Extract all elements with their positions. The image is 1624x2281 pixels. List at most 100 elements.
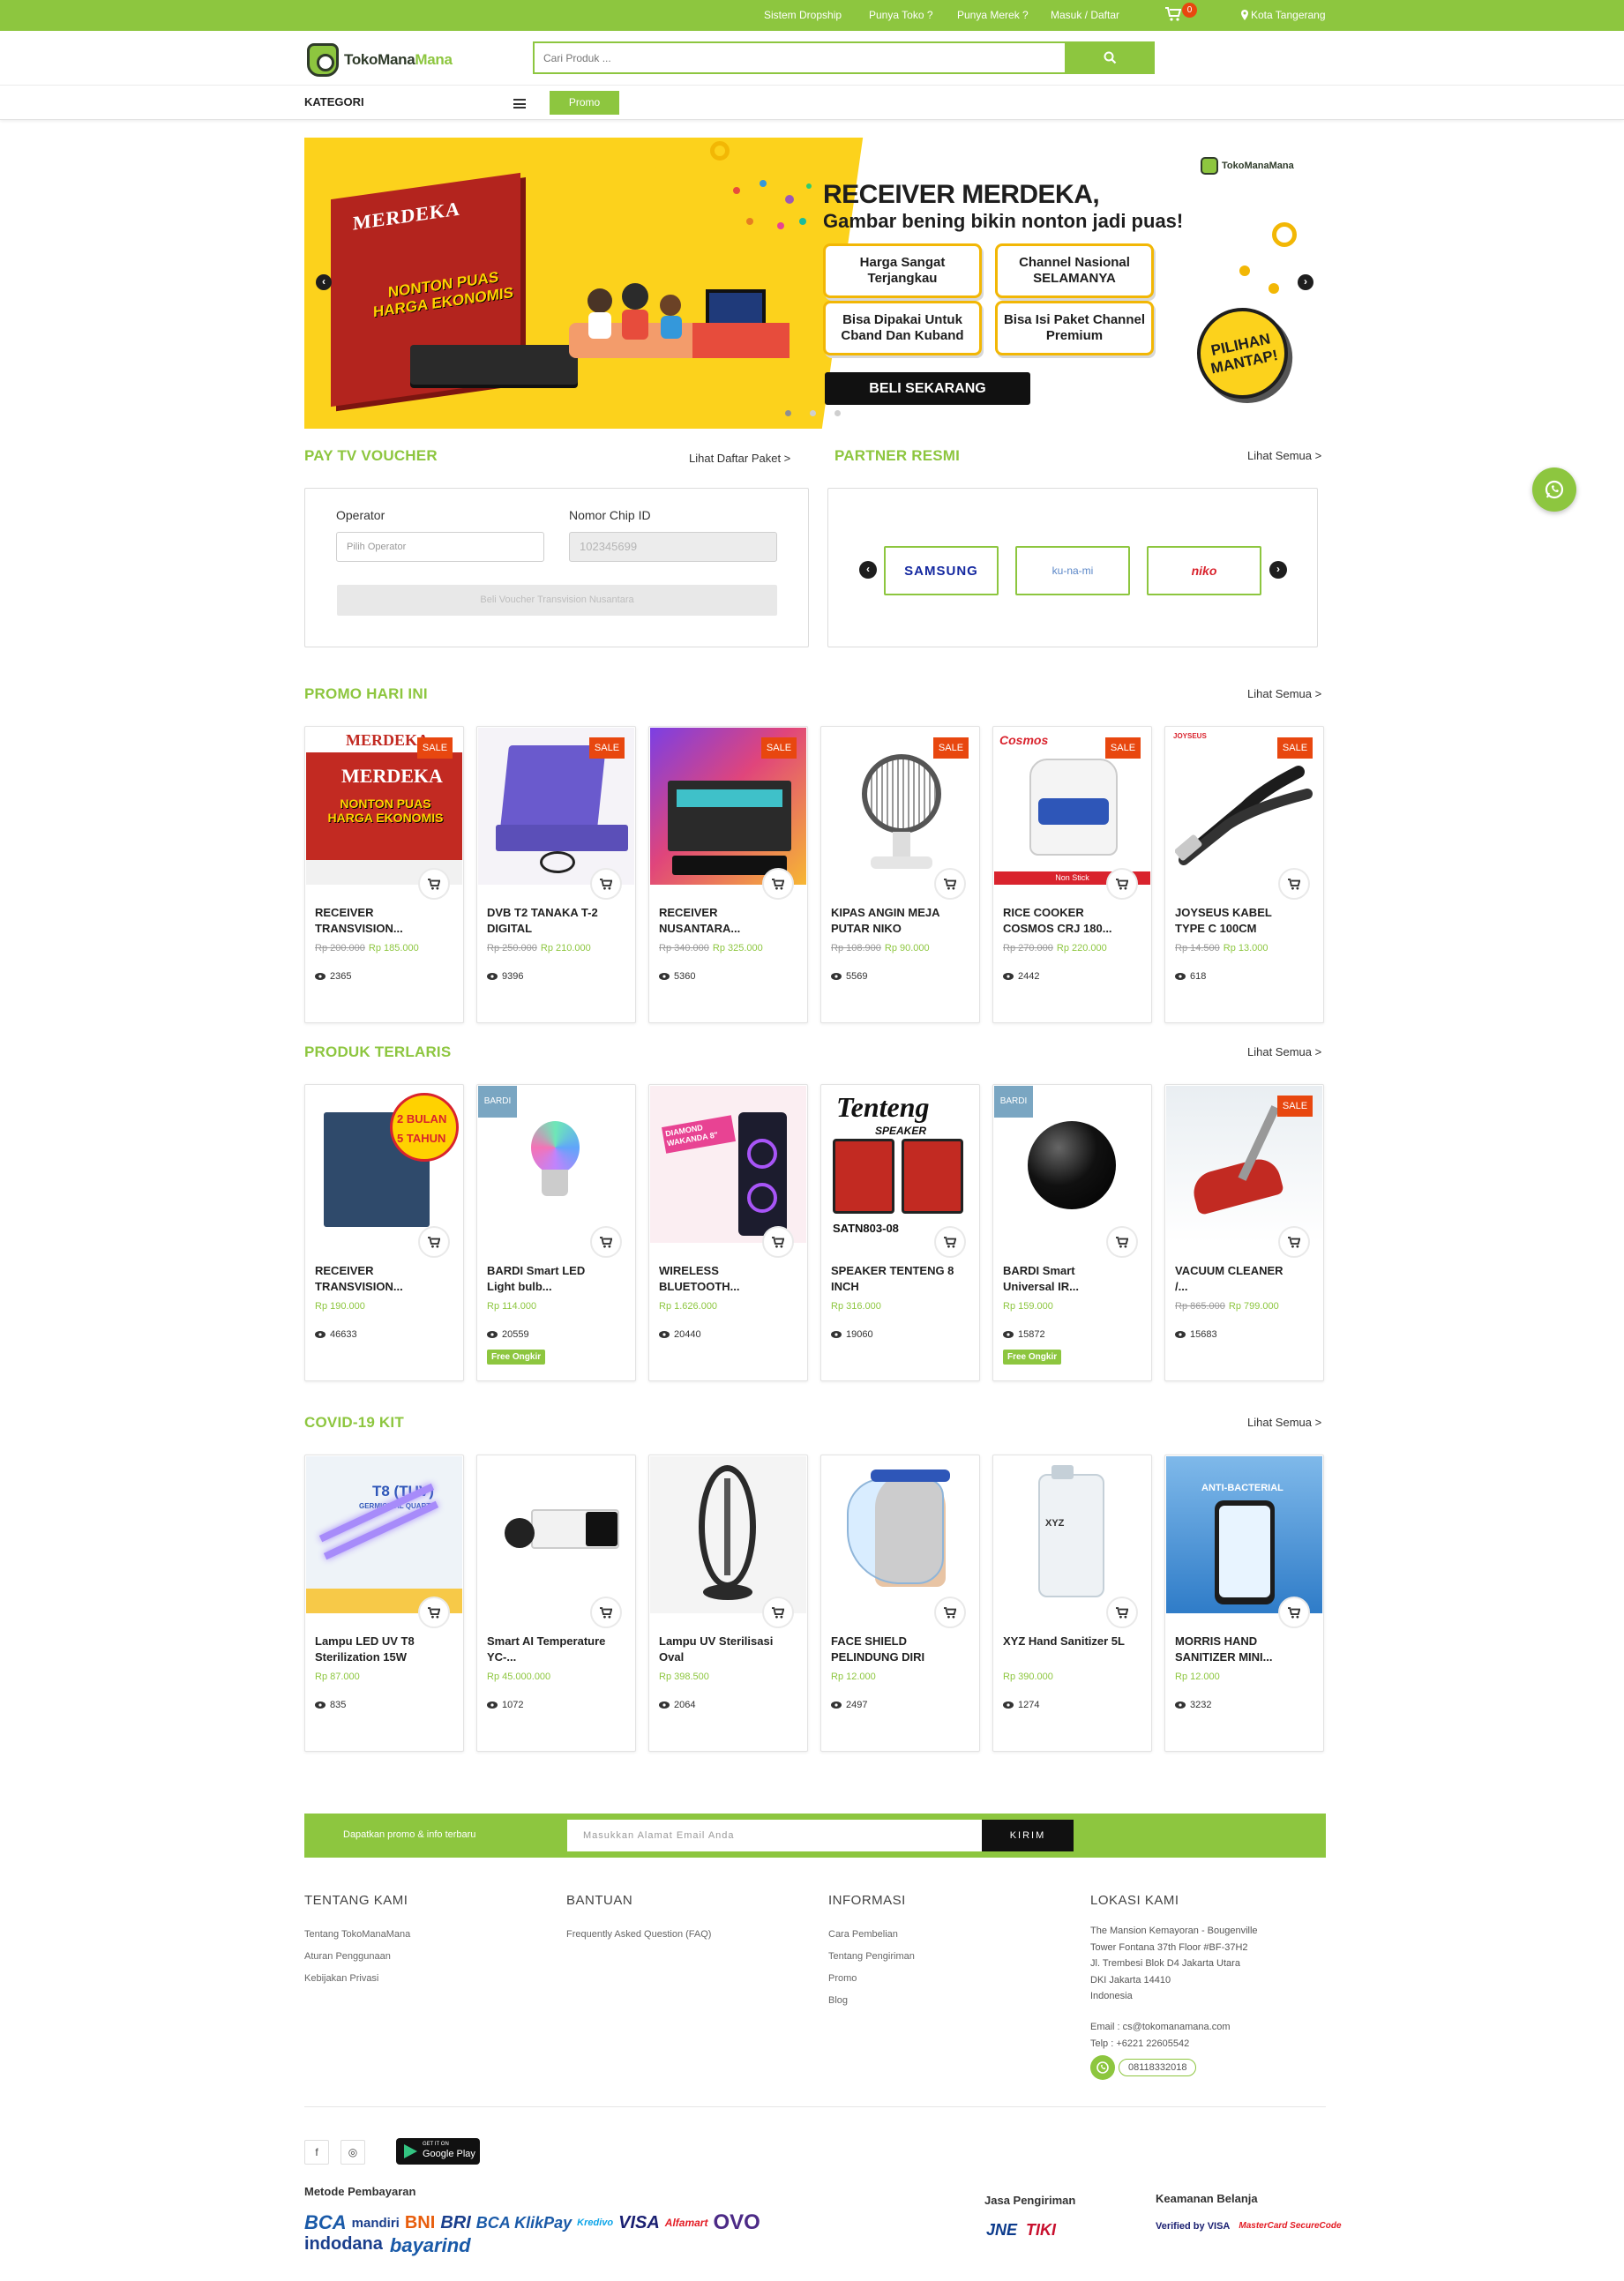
footer-link[interactable]: Aturan Penggunaan xyxy=(304,1951,391,1962)
product-name[interactable]: BARDI Smart LED Light bulb... xyxy=(487,1263,610,1295)
cart-icon[interactable] xyxy=(1165,7,1182,26)
add-to-cart-button[interactable] xyxy=(1278,1597,1310,1628)
add-to-cart-button[interactable] xyxy=(1106,1597,1138,1628)
add-to-cart-button[interactable] xyxy=(590,1226,622,1258)
footer-link[interactable]: Frequently Asked Question (FAQ) xyxy=(566,1929,711,1940)
add-to-cart-button[interactable] xyxy=(1278,1226,1310,1258)
add-to-cart-button[interactable] xyxy=(418,1597,450,1628)
product-card[interactable]: ANTI-BACTERIAL MORRIS HAND SANITIZER MIN… xyxy=(1164,1455,1324,1752)
footer-link[interactable]: Promo xyxy=(828,1973,857,1984)
product-card[interactable]: FACE SHIELD PELINDUNG DIRI Rp 12.000 249… xyxy=(820,1455,980,1752)
product-card[interactable]: T8 (TUV) GERMICIDAL QUARTZ Lampu LED UV … xyxy=(304,1455,464,1752)
footer-link[interactable]: Cara Pembelian xyxy=(828,1929,898,1940)
partner-logo-samsung[interactable]: SAMSUNG xyxy=(884,546,999,595)
add-to-cart-button[interactable] xyxy=(1106,868,1138,900)
instagram-icon[interactable]: ◎ xyxy=(341,2140,365,2165)
product-card[interactable]: SALE KIPAS ANGIN MEJA PUTAR NIKO Rp 108.… xyxy=(820,726,980,1023)
add-to-cart-button[interactable] xyxy=(762,1597,794,1628)
newsletter-email-input[interactable]: Masukkan Alamat Email Anda xyxy=(567,1820,985,1851)
carousel-prev-icon[interactable]: ‹ xyxy=(316,274,332,290)
partner-prev-icon[interactable]: ‹ xyxy=(859,561,877,579)
footer-link[interactable]: Tentang Pengiriman xyxy=(828,1951,915,1962)
product-card[interactable]: BARDI BARDI Smart Universal IR... Rp 159… xyxy=(992,1084,1152,1381)
footer-link[interactable]: Tentang TokoManaMana xyxy=(304,1929,410,1940)
google-play-button[interactable]: GET IT ON Google Play xyxy=(396,2138,480,2165)
site-logo[interactable]: TokoManaMana xyxy=(307,41,453,79)
promo-button[interactable]: Promo xyxy=(550,91,619,115)
punya-toko-link[interactable]: Punya Toko ? xyxy=(869,9,933,21)
add-to-cart-button[interactable] xyxy=(590,868,622,900)
punya-merek-link[interactable]: Punya Merek ? xyxy=(957,9,1029,21)
chip-id-input[interactable]: 102345699 xyxy=(569,532,777,562)
add-to-cart-button[interactable] xyxy=(762,868,794,900)
paytv-link[interactable]: Lihat Daftar Paket > xyxy=(689,452,790,465)
add-to-cart-button[interactable] xyxy=(1278,868,1310,900)
promo-see-all-link[interactable]: Lihat Semua > xyxy=(1247,687,1321,700)
add-to-cart-button[interactable] xyxy=(934,868,966,900)
login-register-link[interactable]: Masuk / Daftar xyxy=(1051,9,1119,21)
product-card[interactable]: DIAMOND WAKANDA 8" WIRELESS BLUETOOTH...… xyxy=(648,1084,808,1381)
carousel-dot[interactable] xyxy=(810,410,816,416)
add-to-cart-button[interactable] xyxy=(590,1597,622,1628)
add-to-cart-button[interactable] xyxy=(934,1597,966,1628)
product-card[interactable]: Lampu UV Sterilisasi Oval Rp 398.500 206… xyxy=(648,1455,808,1752)
product-name[interactable]: MORRIS HAND SANITIZER MINI... xyxy=(1175,1634,1298,1665)
carousel-dot[interactable] xyxy=(834,410,841,416)
dropship-link[interactable]: Sistem Dropship xyxy=(764,9,842,21)
product-name[interactable]: XYZ Hand Sanitizer 5L xyxy=(1003,1634,1126,1649)
footer-phone[interactable]: Telp : +6221 22605542 xyxy=(1090,2036,1231,2053)
footer-email[interactable]: Email : cs@tokomanamana.com xyxy=(1090,2019,1231,2036)
search-button[interactable] xyxy=(1066,41,1155,74)
bestseller-see-all-link[interactable]: Lihat Semua > xyxy=(1247,1045,1321,1058)
footer-link[interactable]: Kebijakan Privasi xyxy=(304,1973,378,1984)
partner-link[interactable]: Lihat Semua > xyxy=(1247,449,1321,462)
covid-see-all-link[interactable]: Lihat Semua > xyxy=(1247,1416,1321,1429)
product-name[interactable]: FACE SHIELD PELINDUNG DIRI xyxy=(831,1634,954,1665)
product-name[interactable]: Lampu UV Sterilisasi Oval xyxy=(659,1634,782,1665)
facebook-icon[interactable]: f xyxy=(304,2140,329,2165)
add-to-cart-button[interactable] xyxy=(418,1226,450,1258)
menu-icon[interactable] xyxy=(513,99,526,108)
add-to-cart-button[interactable] xyxy=(418,868,450,900)
newsletter-submit-button[interactable]: KIRIM xyxy=(982,1820,1074,1851)
footer-link[interactable]: Blog xyxy=(828,1995,848,2006)
kategori-label[interactable]: KATEGORI xyxy=(304,95,364,108)
product-card[interactable]: SALE DVB T2 TANAKA T-2 DIGITAL Rp 250.00… xyxy=(476,726,636,1023)
product-name[interactable]: VACUUM CLEANER /... xyxy=(1175,1263,1298,1295)
product-name[interactable]: Lampu LED UV T8 Sterilization 15W xyxy=(315,1634,438,1665)
product-card[interactable]: BARDI BARDI Smart LED Light bulb... Rp 1… xyxy=(476,1084,636,1381)
location-text[interactable]: Kota Tangerang xyxy=(1251,9,1326,21)
search-input[interactable] xyxy=(543,50,1055,66)
product-card[interactable]: JOYSEUS SALE JOYSEUS KABEL TYPE C 100CM … xyxy=(1164,726,1324,1023)
product-name[interactable]: RECEIVER NUSANTARA... xyxy=(659,905,782,937)
footer-whatsapp[interactable]: 08118332018 xyxy=(1090,2055,1197,2080)
product-card[interactable]: Cosmos Non Stick SALE RICE COOKER COSMOS… xyxy=(992,726,1152,1023)
product-card[interactable]: Smart AI Temperature YC-... Rp 45.000.00… xyxy=(476,1455,636,1752)
partner-next-icon[interactable]: › xyxy=(1269,561,1287,579)
add-to-cart-button[interactable] xyxy=(934,1226,966,1258)
product-name[interactable]: SPEAKER TENTENG 8 INCH xyxy=(831,1263,954,1295)
add-to-cart-button[interactable] xyxy=(762,1226,794,1258)
product-card[interactable]: SALE VACUUM CLEANER /... Rp 865.000 Rp 79… xyxy=(1164,1084,1324,1381)
product-name[interactable]: Smart AI Temperature YC-... xyxy=(487,1634,610,1665)
product-name[interactable]: DVB T2 TANAKA T-2 DIGITAL xyxy=(487,905,610,937)
product-name[interactable]: JOYSEUS KABEL TYPE C 100CM xyxy=(1175,905,1298,937)
carousel-next-icon[interactable]: › xyxy=(1298,274,1313,290)
product-card[interactable]: MERDEKA MERDEKA NONTON PUAS HARGA EKONOM… xyxy=(304,726,464,1023)
banner-cta-button[interactable]: BELI SEKARANG xyxy=(825,372,1030,405)
product-name[interactable]: RICE COOKER COSMOS CRJ 180... xyxy=(1003,905,1126,937)
add-to-cart-button[interactable] xyxy=(1106,1226,1138,1258)
partner-logo-niko[interactable]: niko xyxy=(1147,546,1261,595)
hero-banner[interactable]: MERDEKA NONTON PUAS HARGA EKONOMIS TokoM… xyxy=(304,138,1325,429)
operator-select[interactable]: Pilih Operator xyxy=(336,532,544,562)
partner-logo-kunami[interactable]: ku-na-mi xyxy=(1015,546,1130,595)
product-card[interactable]: SALE RECEIVER NUSANTARA... Rp 340.000 Rp … xyxy=(648,726,808,1023)
carousel-dot[interactable] xyxy=(785,410,791,416)
product-name[interactable]: BARDI Smart Universal IR... xyxy=(1003,1263,1126,1295)
product-card[interactable]: Tenteng SPEAKER SATN803-08 SPEAKER TENTE… xyxy=(820,1084,980,1381)
product-card[interactable]: XYZ XYZ Hand Sanitizer 5L Rp 390.000 127… xyxy=(992,1455,1152,1752)
product-name[interactable]: KIPAS ANGIN MEJA PUTAR NIKO xyxy=(831,905,954,937)
whatsapp-float-button[interactable] xyxy=(1532,467,1576,512)
product-card[interactable]: 2 BULAN 5 TAHUN RECEIVER TRANSVISION... … xyxy=(304,1084,464,1381)
product-name[interactable]: WIRELESS BLUETOOTH... xyxy=(659,1263,782,1295)
